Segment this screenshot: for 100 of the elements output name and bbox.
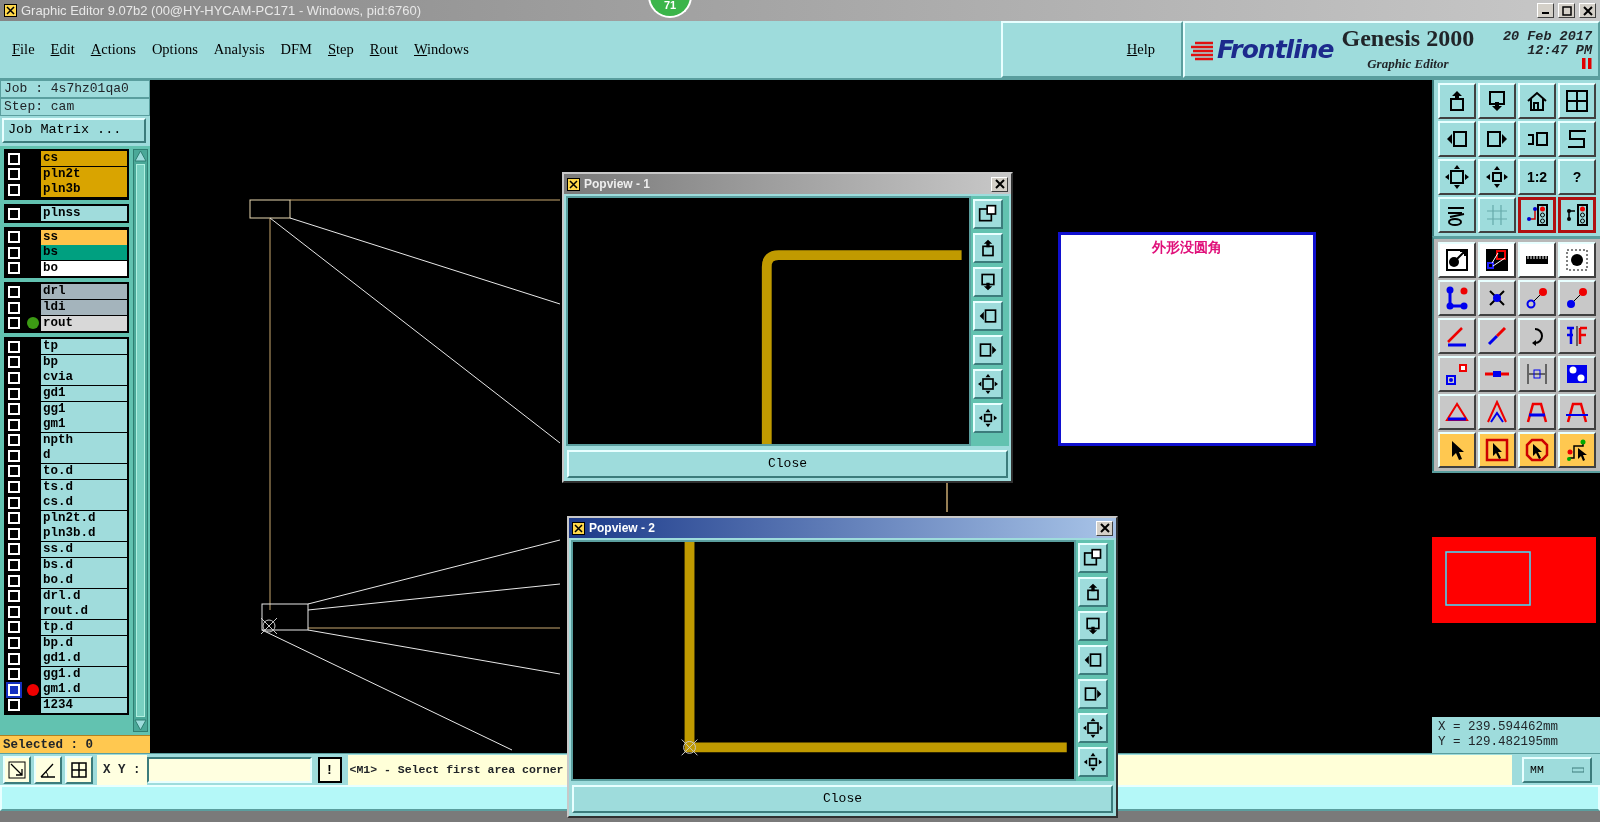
layer-checkbox[interactable]	[8, 285, 20, 298]
coordinate-input[interactable]	[146, 756, 312, 783]
layer-checkbox[interactable]	[8, 371, 20, 384]
menu-item[interactable]: Options	[143, 38, 206, 61]
job-matrix-button[interactable]: Job Matrix ...	[2, 118, 146, 143]
menu-item[interactable]: Actions	[82, 38, 144, 61]
layer-checkbox[interactable]	[8, 301, 20, 314]
layer-checkbox[interactable]	[8, 231, 20, 244]
view-button[interactable]	[973, 199, 1003, 229]
close-button[interactable]: Close	[567, 450, 1008, 478]
layer-name[interactable]: plnss	[41, 206, 127, 222]
layer-checkbox[interactable]	[8, 340, 20, 353]
units-dropdown[interactable]: MM	[1522, 756, 1592, 783]
layer-name[interactable]: rout	[41, 315, 127, 331]
layer-checkbox[interactable]	[8, 246, 20, 259]
layer-name[interactable]: pln3b	[41, 182, 127, 198]
tool-button[interactable]	[3, 755, 31, 784]
view-button[interactable]	[973, 335, 1003, 365]
menu-item[interactable]: File	[4, 38, 43, 61]
view-button[interactable]	[1078, 645, 1108, 675]
layer-name[interactable]: drl	[41, 284, 127, 300]
layer-name[interactable]: gd1	[41, 386, 127, 401]
layer-checkbox[interactable]	[8, 418, 20, 431]
tool-button[interactable]	[34, 755, 62, 784]
view-button[interactable]	[973, 403, 1003, 433]
view-button[interactable]	[973, 369, 1003, 399]
layer-checkbox[interactable]	[8, 387, 20, 400]
layer-checkbox[interactable]	[8, 652, 20, 665]
view-button[interactable]	[1078, 679, 1108, 709]
layer-name[interactable]: cs.d	[41, 495, 127, 511]
close-button[interactable]	[991, 176, 1008, 192]
maximize-button[interactable]	[1558, 3, 1575, 18]
layer-checkbox[interactable]	[8, 527, 20, 540]
layer-checkbox[interactable]	[8, 168, 20, 181]
layer-name[interactable]: tp	[41, 339, 127, 355]
help-menu[interactable]: Help	[1118, 38, 1163, 61]
layer-checkbox[interactable]	[8, 605, 20, 618]
close-button[interactable]: Close	[572, 785, 1113, 813]
layer-checkbox[interactable]	[8, 449, 20, 462]
layer-name[interactable]: gm1	[41, 417, 127, 433]
layer-name[interactable]: gm1.d	[41, 682, 127, 698]
layer-checkbox[interactable]	[8, 668, 20, 681]
view-button[interactable]	[973, 233, 1003, 263]
layer-checkbox[interactable]	[8, 621, 20, 634]
layer-name[interactable]: drl.d	[41, 588, 127, 604]
layer-name[interactable]: gg1.d	[41, 666, 127, 682]
menu-item[interactable]: Edit	[42, 38, 83, 61]
layer-checkbox[interactable]	[8, 356, 20, 369]
layer-name[interactable]: pln2t.d	[41, 510, 127, 526]
layer-checkbox[interactable]	[8, 184, 20, 196]
layer-checkbox[interactable]	[8, 574, 20, 587]
layer-name[interactable]: cvia	[41, 370, 127, 386]
layer-name[interactable]: ts.d	[41, 479, 127, 495]
layer-checkbox[interactable]	[8, 465, 20, 478]
layer-checkbox[interactable]	[8, 637, 20, 649]
view-button[interactable]	[973, 267, 1003, 297]
layer-checkbox[interactable]	[8, 434, 20, 447]
layer-name[interactable]: d	[41, 448, 127, 464]
close-button[interactable]	[1096, 520, 1113, 536]
view-button[interactable]	[1078, 577, 1108, 607]
toolbar-button[interactable]	[1518, 197, 1556, 233]
tool-button[interactable]	[65, 755, 93, 784]
layer-checkbox[interactable]	[8, 481, 20, 494]
menu-item[interactable]: DFM	[272, 38, 320, 61]
layer-checkbox[interactable]	[8, 262, 20, 275]
menu-item[interactable]: Step	[320, 38, 362, 61]
layer-name[interactable]: bp.d	[41, 635, 127, 651]
close-button[interactable]	[1579, 3, 1596, 18]
layer-name[interactable]: ldi	[41, 300, 127, 316]
menu-item[interactable]: Windows	[406, 38, 477, 61]
toolbar-button[interactable]: 1:2	[1518, 159, 1556, 195]
layer-checkbox[interactable]	[8, 699, 20, 712]
layer-checkbox[interactable]	[8, 317, 20, 330]
layer-name[interactable]: pln3b.d	[41, 526, 127, 542]
layer-checkbox[interactable]	[8, 207, 20, 220]
layer-checkbox[interactable]	[8, 512, 20, 525]
menu-item[interactable]: Rout	[361, 38, 406, 61]
execute-button[interactable]: !	[317, 756, 342, 783]
layer-name[interactable]: bs.d	[41, 557, 127, 573]
view-button[interactable]	[1078, 713, 1108, 743]
layer-name[interactable]: bs	[41, 245, 127, 261]
layer-checkbox[interactable]	[8, 559, 20, 572]
layer-checkbox[interactable]	[8, 403, 20, 416]
toolbar-button[interactable]: ?	[1558, 159, 1596, 195]
layer-checkbox[interactable]	[8, 152, 20, 165]
view-button[interactable]	[1078, 747, 1108, 777]
layer-name[interactable]: rout.d	[41, 604, 127, 620]
layer-name[interactable]: bo.d	[41, 573, 127, 589]
toolbar-button[interactable]	[1558, 197, 1596, 233]
layer-checkbox[interactable]	[8, 590, 20, 603]
minimize-button[interactable]	[1537, 3, 1554, 18]
layer-checkbox[interactable]	[8, 496, 20, 509]
layer-checkbox[interactable]	[8, 543, 20, 556]
layer-name[interactable]: gg1	[41, 401, 127, 417]
view-button[interactable]	[973, 301, 1003, 331]
layer-checkbox[interactable]	[8, 683, 20, 696]
layer-name[interactable]: cs	[41, 151, 127, 167]
view-button[interactable]	[1078, 543, 1108, 573]
layer-name[interactable]: ss	[41, 229, 127, 245]
menu-item[interactable]: Analysis	[205, 38, 273, 61]
